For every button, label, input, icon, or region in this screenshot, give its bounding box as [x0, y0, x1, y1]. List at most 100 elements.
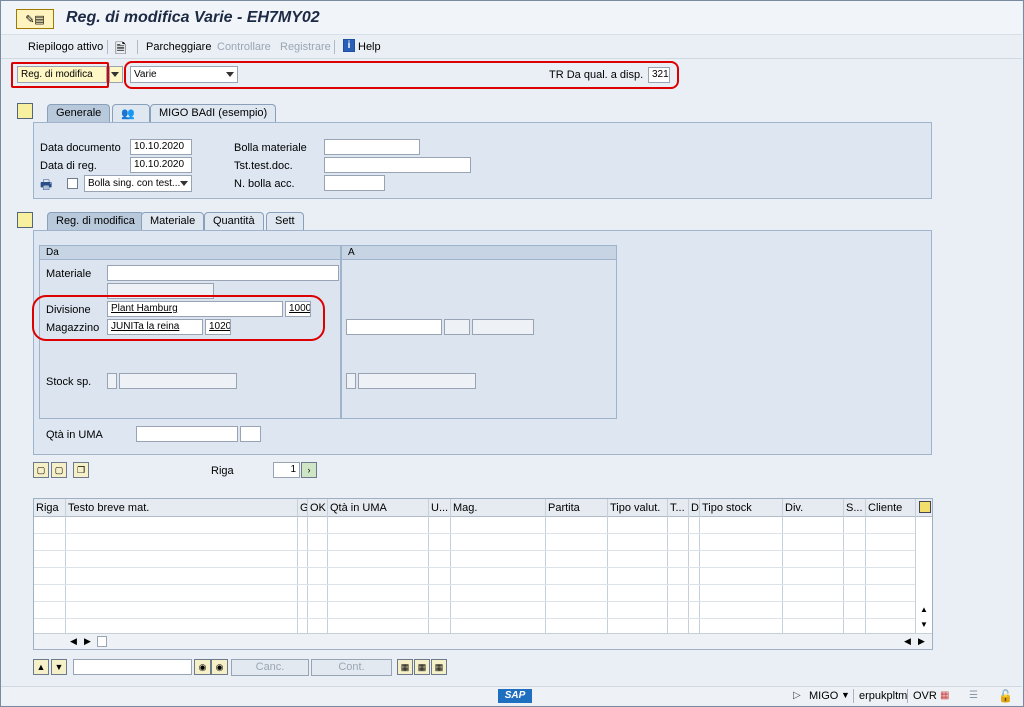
- col-ok[interactable]: OK: [310, 502, 326, 514]
- line-label: Riga: [211, 465, 234, 477]
- tab-material[interactable]: Materiale: [141, 212, 205, 231]
- grid-row-line: [34, 533, 915, 534]
- scroll-down-icon[interactable]: ▼: [920, 620, 928, 629]
- grid-row-line: [34, 584, 915, 585]
- uom-field[interactable]: [240, 426, 261, 442]
- grid-header: Riga Testo breve mat. G OK Qtà in UMA U.…: [34, 499, 932, 517]
- print-list-icon[interactable]: ▦: [431, 659, 447, 675]
- stock-desc-field: [119, 373, 237, 389]
- sort-desc-icon[interactable]: ▼: [51, 659, 67, 675]
- migo-icon[interactable]: ✎▤: [16, 9, 54, 29]
- scroll-right-icon[interactable]: ▶: [84, 636, 91, 647]
- material-field[interactable]: [107, 265, 339, 281]
- col-t[interactable]: T...: [670, 502, 685, 514]
- grid-search-field[interactable]: [73, 659, 192, 675]
- info-icon: i: [343, 39, 355, 52]
- stock-indicator-field: [107, 373, 117, 389]
- expand-icon[interactable]: ▢: [33, 462, 49, 478]
- new-document-icon[interactable]: 🗎: [115, 38, 126, 62]
- scroll-up-icon[interactable]: ▲: [920, 605, 928, 614]
- grid-divider: [65, 499, 66, 633]
- col-tipo-stock[interactable]: Tipo stock: [702, 502, 752, 514]
- grid-divider: [688, 499, 689, 633]
- delete-label: Canc.: [255, 661, 285, 673]
- bill-acc-field[interactable]: [324, 175, 385, 191]
- item-toggle-icon[interactable]: [17, 212, 33, 228]
- col-uom[interactable]: U...: [431, 502, 448, 514]
- post-date-field[interactable]: 10.10.2020: [130, 157, 192, 173]
- col-testo[interactable]: Testo breve mat.: [68, 502, 149, 514]
- tab-partner-icon[interactable]: 👥: [112, 104, 150, 123]
- chevron-down-icon: [111, 72, 119, 77]
- post-button[interactable]: Registrare: [280, 41, 331, 53]
- scroll-left-icon[interactable]: ◀: [904, 636, 911, 647]
- header-toggle-icon[interactable]: [17, 103, 33, 119]
- toolbar-separator: [334, 40, 335, 54]
- find-icon[interactable]: ◉: [194, 659, 211, 675]
- doc-date-label: Data documento: [40, 142, 121, 154]
- tab-quantity[interactable]: Quantità: [204, 212, 264, 231]
- col-d[interactable]: D: [691, 502, 699, 514]
- qty-field[interactable]: [136, 426, 238, 442]
- col-qty[interactable]: Qtà in UMA: [330, 502, 387, 514]
- sort-asc-icon[interactable]: ▲: [33, 659, 49, 675]
- title-bar: ✎▤ Reg. di modifica Varie - EH7MY02: [1, 1, 1022, 35]
- grid-row-line: [34, 618, 915, 619]
- to-header: [342, 246, 616, 260]
- summary-button[interactable]: Riepilogo attivo: [28, 41, 103, 53]
- contents-label: Cont.: [338, 661, 365, 673]
- chevron-down-icon[interactable]: ▼: [841, 690, 850, 700]
- col-tipo-valut[interactable]: Tipo valut.: [610, 502, 660, 514]
- grid-horizontal-scrollbar[interactable]: ◀ ▶ ◀ ▶: [34, 633, 932, 649]
- tab-migo-badi[interactable]: MIGO BAdI (esempio): [150, 104, 277, 123]
- transaction-dropdown[interactable]: [109, 66, 123, 83]
- export-icon[interactable]: ▦: [414, 659, 430, 675]
- grid-row-line: [34, 550, 915, 551]
- grid-divider: [667, 499, 668, 633]
- target-extra-field: [472, 319, 534, 335]
- status-bar: SAP ▷ MIGO ▼ erpukpltm OVR ▦ ☰ 🔓: [1, 686, 1022, 705]
- grid-divider: [297, 499, 298, 633]
- col-cliente[interactable]: Cliente: [868, 502, 902, 514]
- col-partita[interactable]: Partita: [548, 502, 580, 514]
- tab-generale[interactable]: Generale: [47, 104, 111, 123]
- col-riga[interactable]: Riga: [36, 502, 59, 514]
- target-sloc-name-field[interactable]: [346, 319, 442, 335]
- print-option-select[interactable]: Bolla sing. con test...: [84, 175, 192, 192]
- chart-icon: ▦: [940, 690, 950, 701]
- grid-divider: [307, 499, 308, 633]
- scroll-right-icon[interactable]: ▶: [918, 636, 925, 647]
- find-next-icon[interactable]: ◉: [211, 659, 228, 675]
- scroll-thumb[interactable]: [97, 636, 107, 647]
- contents-button[interactable]: Cont.: [311, 659, 392, 676]
- tab-transfer[interactable]: Reg. di modifica: [47, 212, 144, 231]
- toolbar-separator: [137, 40, 138, 54]
- tab-settings[interactable]: Sett: [266, 212, 304, 231]
- copy-icon[interactable]: ❐: [73, 462, 89, 478]
- layout-icon[interactable]: ▦: [397, 659, 413, 675]
- doc-date-field[interactable]: 10.10.2020: [130, 139, 192, 155]
- sap-logo: SAP: [498, 689, 532, 703]
- column-settings-icon[interactable]: [919, 501, 931, 513]
- goto-line-icon[interactable]: ›: [301, 462, 317, 478]
- check-button[interactable]: Controllare: [217, 41, 271, 53]
- status-play-icon[interactable]: ▷: [793, 690, 801, 701]
- collapse-icon[interactable]: ▢: [51, 462, 67, 478]
- help-button[interactable]: Help: [358, 41, 381, 53]
- col-div[interactable]: Div.: [785, 502, 803, 514]
- line-field[interactable]: 1: [273, 462, 300, 478]
- print-checkbox[interactable]: [67, 178, 78, 189]
- layout-menu-icon[interactable]: ☰: [969, 690, 978, 701]
- tcode-label: MIGO: [809, 690, 839, 702]
- from-label: Da: [46, 247, 59, 258]
- park-button[interactable]: Parcheggiare: [146, 41, 211, 53]
- header-text-field[interactable]: [324, 157, 471, 173]
- col-s[interactable]: S...: [846, 502, 863, 514]
- col-mag[interactable]: Mag.: [453, 502, 477, 514]
- qty-label: Qtà in UMA: [46, 429, 103, 441]
- bill-field[interactable]: [324, 139, 420, 155]
- scroll-left-icon[interactable]: ◀: [70, 636, 77, 647]
- target-stock-indicator-field: [346, 373, 356, 389]
- printer-icon[interactable]: 🖶: [40, 176, 52, 198]
- delete-button[interactable]: Canc.: [231, 659, 309, 676]
